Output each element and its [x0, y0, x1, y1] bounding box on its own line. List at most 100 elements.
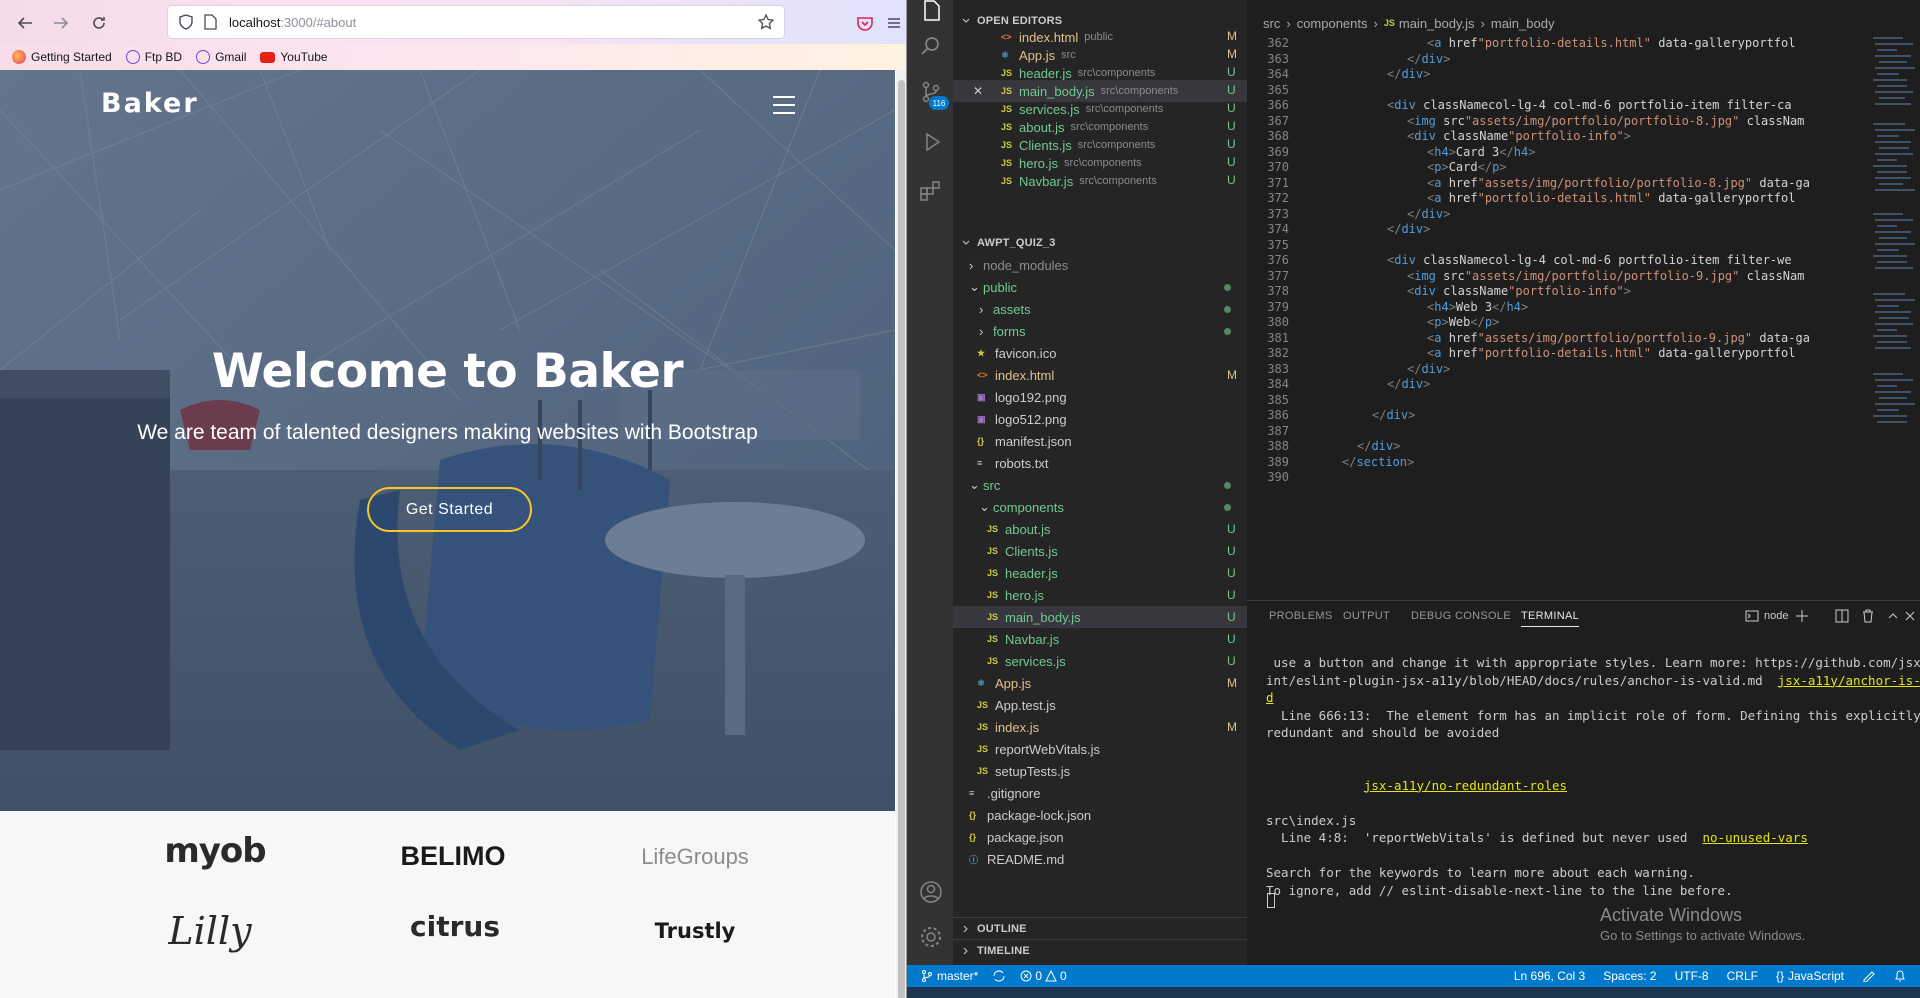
plus-icon[interactable] [1795, 609, 1809, 623]
tree-file[interactable]: ⚛ App.js [953, 672, 1247, 694]
split-terminal-icon[interactable] [1835, 609, 1849, 623]
close-icon[interactable] [1903, 609, 1917, 623]
bookmark-ftp-bd[interactable]: Ftp BD [125, 50, 182, 64]
back-button[interactable] [13, 11, 37, 35]
tree-file[interactable]: JS App.test.js [953, 694, 1247, 716]
tree-file[interactable]: JS setupTests.js [953, 760, 1247, 782]
close-icon[interactable]: ✕ [973, 84, 1001, 98]
hero-section: Baker Welcome to Baker We are team of ta… [0, 70, 895, 811]
bookmark-youtube[interactable]: YouTube [260, 50, 328, 64]
tree-file[interactable]: JS about.js [953, 518, 1247, 540]
tree-file[interactable]: JS header.js [953, 562, 1247, 584]
tree-file[interactable]: {} manifest.json [953, 430, 1247, 452]
terminal-line: use a button and change it with appropri… [1266, 655, 1920, 670]
terminal-link[interactable]: no-unused-vars [1703, 830, 1808, 845]
bookmark-gmail[interactable]: Gmail [196, 50, 246, 64]
tree-file[interactable]: JS index.js [953, 716, 1247, 738]
get-started-button[interactable]: Get Started [367, 487, 532, 532]
open-editor-path: src\components [1100, 85, 1179, 97]
language-mode[interactable]: {} JavaScript [1776, 969, 1844, 983]
tree-file[interactable]: JS reportWebVitals.js [953, 738, 1247, 760]
project-header[interactable]: AWPT_QUIZ_3 [953, 232, 1247, 254]
tree-file[interactable]: JS hero.js [953, 584, 1247, 606]
code-line: <a href"assets/img/portfolio/portfolio-9… [1427, 330, 1810, 345]
minimap[interactable] [1867, 34, 1920, 600]
bell-icon[interactable] [1894, 969, 1906, 983]
breadcrumb-components[interactable]: components [1297, 16, 1368, 31]
feedback-icon[interactable] [1862, 970, 1876, 982]
tree-file[interactable]: {} package-lock.json [953, 804, 1247, 826]
url-text[interactable]: localhost:3000/#about [229, 15, 356, 30]
terminal-shell-selector[interactable]: node [1745, 610, 1788, 622]
tree-file[interactable]: JS main_body.js [953, 606, 1247, 628]
site-menu-icon[interactable] [773, 96, 795, 114]
timeline-header[interactable]: TIMELINE [953, 939, 1247, 961]
tree-file[interactable]: <> index.html [953, 364, 1247, 386]
tree-file[interactable]: ★ favicon.ico [953, 342, 1247, 364]
tree-item-label: node_modules [983, 257, 1069, 273]
problems-status[interactable]: 0 0 [1020, 969, 1067, 983]
tree-item-label: components [993, 499, 1064, 515]
tree-file[interactable]: {} package.json [953, 826, 1247, 848]
tree-file[interactable]: JS Navbar.js [953, 628, 1247, 650]
open-editor-path: src\components [1077, 67, 1156, 79]
tree-file[interactable]: ▣ logo512.png [953, 408, 1247, 430]
breadcrumb-src[interactable]: src [1263, 16, 1280, 31]
explorer-icon[interactable] [919, 0, 943, 24]
encoding[interactable]: UTF-8 [1675, 969, 1709, 983]
terminal-icon [1745, 610, 1759, 622]
pocket-button[interactable] [853, 11, 877, 35]
account-icon[interactable] [919, 880, 943, 904]
react-file-icon: ⚛ [1001, 49, 1010, 60]
terminal-link[interactable]: d [1266, 690, 1274, 705]
indentation[interactable]: Spaces: 2 [1603, 969, 1656, 983]
menu-button[interactable] [882, 11, 906, 35]
search-icon[interactable] [919, 34, 943, 58]
settings-gear-icon[interactable] [919, 925, 943, 949]
bookmark-getting-started[interactable]: Getting Started [12, 50, 112, 64]
line-number: 388 [1267, 439, 1289, 453]
breadcrumb-symbol[interactable]: main_body [1491, 16, 1555, 31]
site-brand[interactable]: Baker [101, 88, 199, 119]
run-debug-icon[interactable] [919, 130, 943, 154]
tree-folder[interactable]: › assets [953, 298, 1247, 320]
tree-file[interactable]: JS Clients.js [953, 540, 1247, 562]
tab-problems[interactable]: PROBLEMS [1269, 610, 1333, 622]
outline-header[interactable]: OUTLINE [953, 917, 1247, 939]
chevron-up-icon[interactable] [1886, 609, 1900, 623]
line-number: 370 [1267, 160, 1289, 174]
reload-button[interactable] [87, 11, 111, 35]
tree-file[interactable]: ≡ robots.txt [953, 452, 1247, 474]
terminal-link[interactable]: jsx-a11y/anchor-is-vali [1778, 673, 1920, 688]
git-branch[interactable]: master* [921, 969, 978, 983]
tab-debug-console[interactable]: DEBUG CONSOLE [1411, 610, 1511, 622]
tree-folder[interactable]: ⌄ public [953, 276, 1247, 298]
page-scrollbar-thumb[interactable] [898, 80, 905, 998]
tree-file[interactable]: JS services.js [953, 650, 1247, 672]
bookmarks-bar: Getting Started Ftp BD Gmail YouTube [0, 44, 906, 70]
git-status: U [1227, 83, 1236, 97]
minimap-preview [1873, 37, 1915, 423]
tree-folder[interactable]: ⌄ src [953, 474, 1247, 496]
cursor-position[interactable]: Ln 696, Col 3 [1514, 969, 1585, 983]
git-status: U [1227, 544, 1236, 558]
terminal-link[interactable]: jsx-a11y/no-redundant-roles [1364, 778, 1567, 793]
tree-file[interactable]: ⓘ README.md [953, 848, 1247, 870]
open-editor-item[interactable]: JS Navbar.js src\components [953, 170, 1247, 192]
trash-icon[interactable] [1861, 609, 1875, 623]
extensions-icon[interactable] [919, 178, 943, 202]
breadcrumb-file[interactable]: main_body.js [1399, 16, 1475, 31]
open-editor-name: main_body.js [1019, 83, 1095, 99]
tree-file[interactable]: ▣ logo192.png [953, 386, 1247, 408]
url-bar[interactable]: localhost:3000/#about [168, 6, 784, 38]
tab-terminal[interactable]: TERMINAL [1521, 610, 1580, 627]
tree-folder[interactable]: › forms [953, 320, 1247, 342]
sync-icon[interactable] [992, 970, 1006, 982]
tree-folder[interactable]: ⌄ components [953, 496, 1247, 518]
tree-file[interactable]: ≡ .gitignore [953, 782, 1247, 804]
line-endings[interactable]: CRLF [1727, 969, 1758, 983]
json-file-icon: {} [969, 832, 977, 842]
tree-folder[interactable]: › node_modules [953, 254, 1247, 276]
tab-output[interactable]: OUTPUT [1343, 610, 1390, 622]
forward-button[interactable] [49, 11, 73, 35]
